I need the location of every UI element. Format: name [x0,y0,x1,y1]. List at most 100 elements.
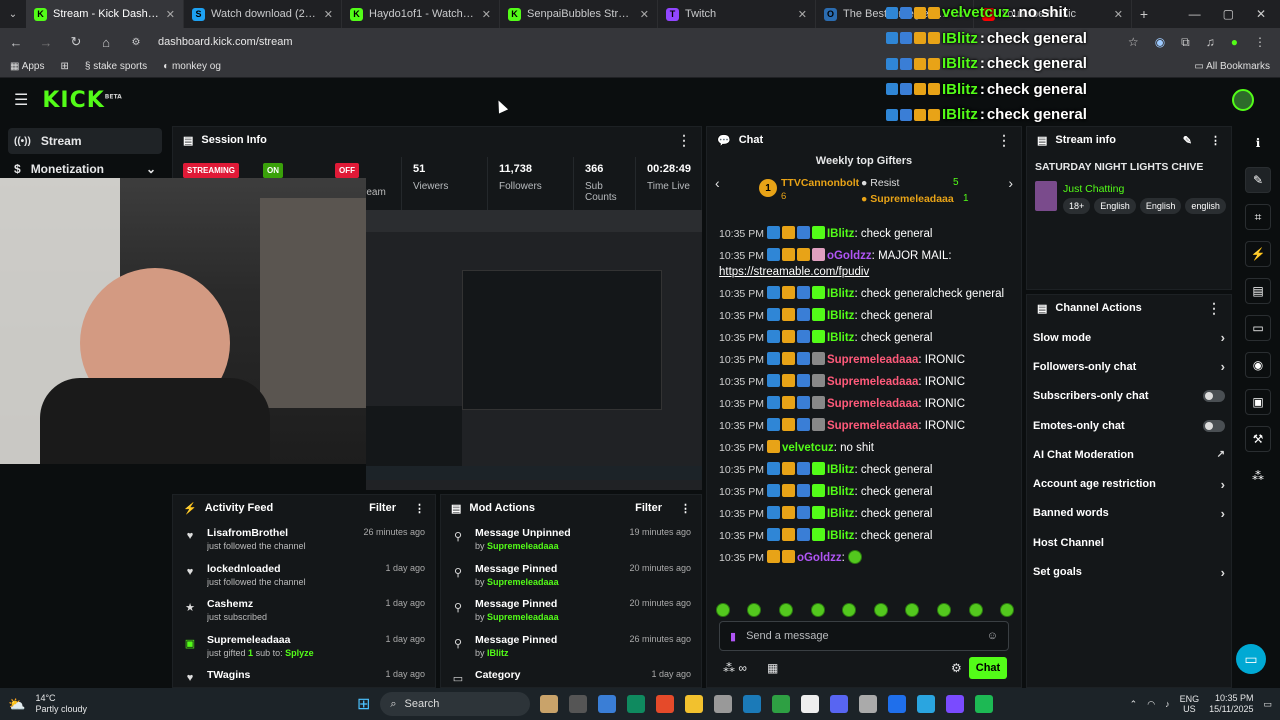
notifications-icon[interactable]: ▭ [1263,699,1272,710]
help-chat-button[interactable]: ▭ [1236,644,1266,674]
activity-item[interactable]: ♥ lockednloaded just followed the channel 1… [173,557,435,593]
browser-tab[interactable]: K Haydo1of1 - Watch the VOD o ✕ [342,0,500,28]
grid-icon[interactable]: ⊞ [60,61,68,72]
send-chat-button[interactable]: Chat [969,657,1007,679]
browser-tab[interactable]: T Twitch ✕ [658,0,816,28]
bolt-rail-icon[interactable]: ⚡ [1245,241,1271,267]
chat-username[interactable]: IBlitz [827,464,854,476]
kick-logo[interactable]: KICKBETA [42,88,121,113]
edit-rail-icon[interactable]: ✎ [1245,167,1271,193]
chat-settings-icon[interactable]: ⚙ [951,661,962,675]
forward-icon[interactable]: → [38,35,54,50]
category-name[interactable]: Just Chatting [1063,183,1124,195]
chat-username[interactable]: IBlitz [827,530,854,542]
taskbar-app-icon[interactable] [714,695,733,713]
activity-filter-button[interactable]: Filter [369,502,396,514]
channel-action-item[interactable]: Subscribers-only chat [1027,382,1231,411]
bookmark-star-icon[interactable]: ☆ [1128,35,1139,50]
chevron-left-icon[interactable]: ‹ [715,175,720,191]
taskbar-app-icon[interactable] [917,695,936,713]
browser-tab[interactable]: S Watch download (2) | Streamab ✕ [184,0,342,28]
mod-user[interactable]: Supremeleadaaa [487,541,559,551]
taskbar-app-icon[interactable] [946,695,965,713]
wifi-icon[interactable]: ◠ [1147,699,1155,710]
tab-close-icon[interactable]: ✕ [166,8,175,21]
gift-target[interactable]: Splyze [285,648,314,658]
chat-message[interactable]: 10:35 PM IBlitz: check general [707,525,1023,547]
chat-message[interactable]: 10:35 PM IBlitz: check general [707,223,1023,245]
mod-user[interactable]: Supremeleadaaa [487,612,559,622]
start-icon[interactable]: ⊞ [357,694,370,714]
info-rail-icon[interactable]: ℹ [1245,130,1271,156]
activity-item[interactable]: ▣ Supremeleadaaa just gifted 1 sub to: Spl… [173,628,435,664]
community-rail-icon[interactable]: ⁂ [1245,463,1271,489]
stream-preview[interactable] [366,210,702,490]
browser-tab[interactable]: K Stream - Kick Dashboard ✕ [26,0,184,28]
chat-username[interactable]: IBlitz [827,228,854,240]
chat-message[interactable]: 10:35 PM Supremeleadaaa: IRONIC [707,393,1023,415]
weather-widget[interactable]: 14°C Partly cloudy [35,693,87,715]
mic-icon[interactable]: ▮ [730,630,736,643]
taskbar-app-icon[interactable] [540,695,559,713]
chat-input[interactable]: ▮ Send a message ☺ [719,621,1009,651]
taskbar-app-icon[interactable] [569,695,588,713]
wrench-rail-icon[interactable]: ⚒ [1245,426,1271,452]
taskbar-app-icon[interactable] [975,695,994,713]
mod-filter-button[interactable]: Filter [635,502,662,514]
taskbar-app-icon[interactable] [859,695,878,713]
bookmark-stake[interactable]: § stake sports [85,61,147,72]
chat-menu-icon[interactable]: ⋮ [997,132,1011,149]
chat-message[interactable]: 10:35 PM velvetcuz: no shit [707,437,1023,459]
all-bookmarks[interactable]: ▭ All Bookmarks [1194,61,1270,72]
weather-icon[interactable]: ⛅ [8,696,25,713]
extension-icon[interactable]: ◉ [1155,35,1165,50]
crop-rail-icon[interactable]: ⌗ [1245,204,1271,230]
activity-item[interactable]: ★ Cashemz just subscribed 1 day ago [173,592,435,628]
taskbar-app-icon[interactable] [685,695,704,713]
maximize-icon[interactable]: ▢ [1223,7,1234,21]
taskbar-app-icon[interactable] [627,695,646,713]
emote-icon[interactable] [905,603,920,617]
hamburger-menu-icon[interactable]: ☰ [14,90,28,110]
chevron-right-icon[interactable]: › [1008,175,1013,191]
taskbar-app-icon[interactable] [772,695,791,713]
reload-icon[interactable]: ↻ [68,34,84,50]
emote-picker-icon[interactable]: ☺ [987,630,998,642]
avatar[interactable] [1232,89,1254,111]
minimize-icon[interactable]: — [1189,7,1201,21]
list-rail-icon[interactable]: ▤ [1245,278,1271,304]
channel-action-item[interactable]: Slow mode › [1027,323,1231,352]
chat-username[interactable]: Supremeleadaaa [827,420,918,432]
chat-message[interactable]: 10:35 PM IBlitz: check general [707,305,1023,327]
mod-action-item[interactable]: ⚲ Message Unpinned by Supremeleadaaa 19 min… [441,521,701,557]
channel-action-item[interactable]: Followers-only chat › [1027,352,1231,381]
volume-icon[interactable]: ♪ [1165,699,1170,709]
channel-action-item[interactable]: Banned words › [1027,499,1231,528]
tab-close-icon[interactable]: ✕ [482,8,491,21]
chat-message[interactable]: 10:35 PM IBlitz: check general [707,327,1023,349]
emote-icon[interactable] [810,603,825,617]
media-icon[interactable]: ♫ [1206,35,1215,50]
activity-item[interactable]: ♥ LisafromBrothel just followed the channe… [173,521,435,557]
taskbar-app-icon[interactable] [801,695,820,713]
chat-username[interactable]: IBlitz [827,288,854,300]
url-field[interactable]: dashboard.kick.com/stream [158,36,293,48]
mod-user[interactable]: Supremeleadaaa [487,577,559,587]
chat-message[interactable]: 10:35 PM IBlitz: check general [707,459,1023,481]
channel-actions-menu-icon[interactable]: ⋮ [1207,300,1221,317]
chat-username[interactable]: Supremeleadaaa [827,376,918,388]
mod-user[interactable]: IBlitz [487,648,509,658]
chat-message[interactable]: 10:35 PM oGoldzz: MAJOR MAIL: https://stre… [707,245,1023,283]
nav-item-stream[interactable]: ((•)) Stream [8,128,162,154]
taskbar-app-icon[interactable] [830,695,849,713]
mod-action-item[interactable]: ⚲ Message Pinned by Supremeleadaaa 20 minut… [441,557,701,593]
bookmark-monkey[interactable]: ◐ monkey og [163,61,221,72]
taskbar-search[interactable]: ⌕ Search [380,692,531,716]
toggle-switch[interactable] [1203,419,1225,432]
taskbar-app-icon[interactable] [888,695,907,713]
chat-message[interactable]: 10:35 PM IBlitz: check general [707,503,1023,525]
channel-action-item[interactable]: AI Chat Moderation ↗ [1027,440,1231,469]
tab-close-icon[interactable]: ✕ [798,8,807,21]
browser-tab[interactable]: K SenpaiBubbles Stream - Watch ✕ [500,0,658,28]
channel-action-item[interactable]: Host Channel [1027,528,1231,557]
